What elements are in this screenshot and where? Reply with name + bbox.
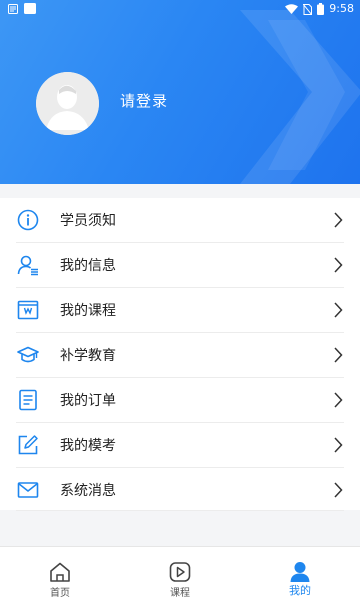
play-icon <box>169 562 191 582</box>
wifi-icon <box>285 4 299 14</box>
menu-list: 学员须知 我的信息 我的课程 补学教育 我的订单 我的模考 系统消息 <box>0 198 360 512</box>
divider <box>16 510 344 511</box>
menu-item-label: 我的模考 <box>60 438 116 454</box>
menu-item-label: 补学教育 <box>60 348 116 364</box>
menu-item-label: 我的信息 <box>60 258 116 274</box>
no-sim-icon <box>303 3 313 15</box>
tab-label: 首页 <box>50 588 70 599</box>
avatar[interactable] <box>36 72 99 135</box>
storage-icon <box>24 3 36 14</box>
bottom-nav: 首页 课程 我的 <box>0 546 360 601</box>
menu-item-system-messages[interactable]: 系统消息 <box>0 468 360 512</box>
tab-label: 我的 <box>289 584 311 597</box>
chevron-right-icon <box>334 257 343 273</box>
chevron-right-icon <box>334 302 343 318</box>
menu-item-label: 系统消息 <box>60 483 116 499</box>
education-cap-icon <box>17 346 39 363</box>
status-time: 9:58 <box>329 2 354 15</box>
tab-home[interactable]: 首页 <box>0 547 120 601</box>
home-icon <box>50 562 70 582</box>
menu-item-my-info[interactable]: 我的信息 <box>0 243 360 287</box>
info-icon <box>17 209 39 231</box>
profile-header: 9:58 请登录 <box>0 0 360 184</box>
menu-item-my-orders[interactable]: 我的订单 <box>0 378 360 422</box>
notification-icon <box>8 3 18 14</box>
menu-item-label: 我的订单 <box>60 393 116 409</box>
chevron-right-icon <box>334 437 343 453</box>
tab-mine[interactable]: 我的 <box>240 547 360 601</box>
menu-item-my-mock-exams[interactable]: 我的模考 <box>0 423 360 467</box>
mail-icon <box>17 482 39 498</box>
chevron-right-icon <box>334 347 343 363</box>
chevron-right-icon <box>334 482 343 498</box>
menu-item-my-courses[interactable]: 我的课程 <box>0 288 360 332</box>
course-icon <box>17 300 39 320</box>
menu-item-label: 我的课程 <box>60 303 116 319</box>
status-bar: 9:58 <box>0 0 360 18</box>
chevron-right-icon <box>334 212 343 228</box>
tab-courses[interactable]: 课程 <box>120 547 240 601</box>
menu-item-supplementary-education[interactable]: 补学教育 <box>0 333 360 377</box>
battery-icon <box>317 3 325 15</box>
chevron-right-icon <box>334 392 343 408</box>
order-icon <box>19 389 37 411</box>
exam-edit-icon <box>18 435 38 455</box>
tab-label: 课程 <box>170 588 190 599</box>
default-avatar-icon <box>36 72 99 135</box>
menu-item-student-notice[interactable]: 学员须知 <box>0 198 360 242</box>
login-link[interactable]: 请登录 <box>120 90 168 111</box>
menu-item-label: 学员须知 <box>60 213 116 229</box>
user-info-icon <box>17 255 38 276</box>
person-icon <box>290 562 310 582</box>
